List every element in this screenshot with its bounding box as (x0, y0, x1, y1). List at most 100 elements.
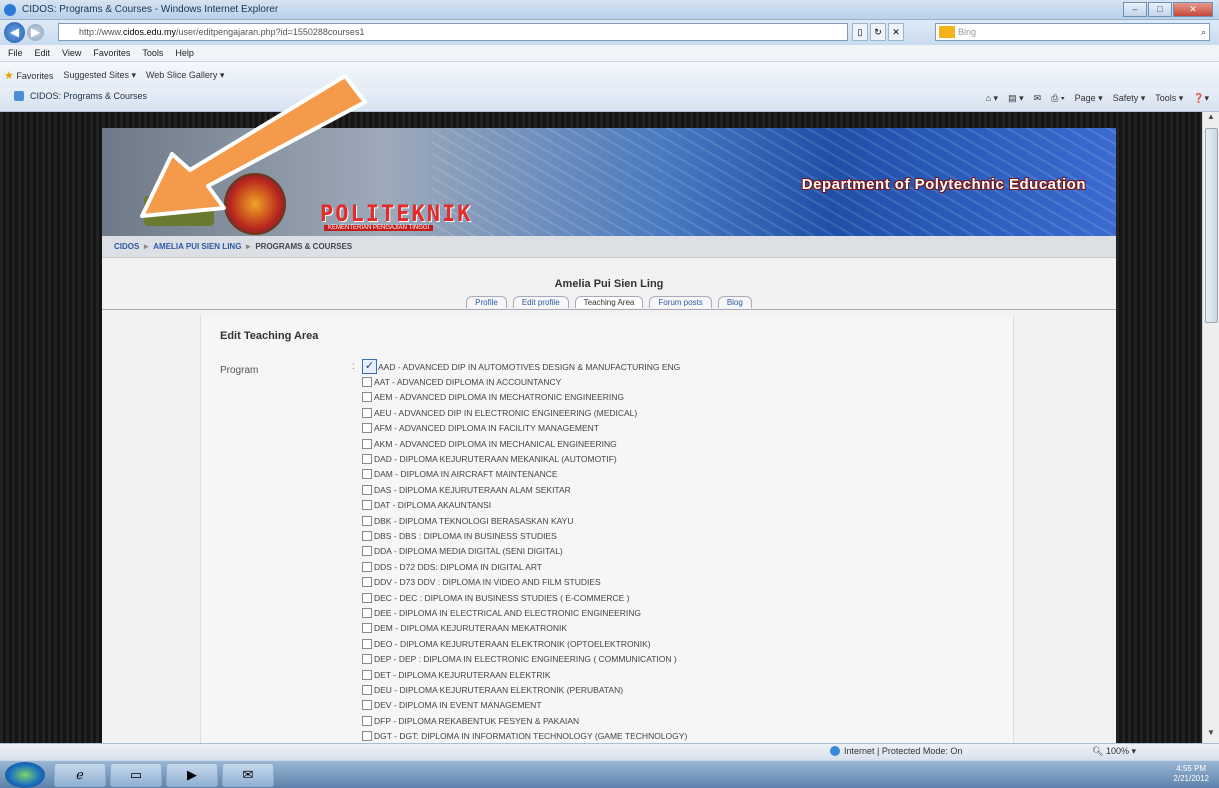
program-item[interactable]: DET - DIPLOMA KEJURUTERAAN ELEKTRIK (362, 667, 687, 682)
breadcrumb-home[interactable]: CIDOS (114, 242, 139, 251)
program-item[interactable]: DAT - DIPLOMA AKAUNTANSI (362, 498, 687, 513)
checkbox-checked[interactable]: ✓ (362, 359, 377, 375)
checkbox[interactable] (362, 607, 372, 618)
checkbox[interactable] (362, 715, 372, 726)
safety-menu[interactable]: Safety ▾ (1113, 93, 1146, 104)
url-field[interactable]: http://www.cidos.edu.my/user/editpengaja… (58, 23, 848, 41)
forward-button[interactable]: ▶ (27, 24, 44, 41)
page-menu[interactable]: Page ▾ (1075, 93, 1103, 104)
help-icon[interactable]: ❓▾ (1193, 93, 1209, 104)
checkbox[interactable] (362, 654, 372, 665)
program-item[interactable]: DBK - DIPLOMA TEKNOLOGI BERASASKAN KAYU (362, 513, 687, 528)
cidos-logo[interactable] (144, 196, 214, 226)
checkbox[interactable] (362, 500, 372, 511)
breadcrumb-user[interactable]: AMELIA PUI SIEN LING (153, 242, 241, 251)
program-item[interactable]: DDV - D73 DDV : DIPLOMA IN VIDEO AND FIL… (362, 574, 687, 589)
compat-view-icon[interactable]: ▯ (852, 23, 868, 41)
program-item[interactable]: DEM - DIPLOMA KEJURUTERAAN MEKATRONIK (362, 621, 687, 636)
program-item[interactable]: DFP - DIPLOMA REKABENTUK FESYEN & PAKAIA… (362, 713, 687, 728)
tab-profile[interactable]: Profile (466, 296, 507, 308)
program-item[interactable]: DEU - DIPLOMA KEJURUTERAAN ELEKTRONIK (P… (362, 682, 687, 697)
menu-favorites[interactable]: Favorites (93, 48, 130, 58)
clock[interactable]: 4:55 PM 2/21/2012 (1173, 764, 1209, 784)
program-item[interactable]: AEM - ADVANCED DIPLOMA IN MECHATRONIC EN… (362, 390, 687, 405)
checkbox[interactable] (362, 530, 372, 541)
checkbox[interactable] (362, 623, 372, 634)
program-item[interactable]: AAT - ADVANCED DIPLOMA IN ACCOUNTANCY (362, 374, 687, 389)
tab-edit-profile[interactable]: Edit profile (512, 296, 569, 308)
checkbox[interactable] (362, 684, 372, 695)
start-button[interactable] (5, 762, 45, 788)
program-item[interactable]: ✓ AAD - ADVANCED DIP IN AUTOMOTIVES DESIG… (362, 359, 687, 375)
checkbox[interactable] (362, 561, 372, 572)
program-item[interactable]: DDA - DIPLOMA MEDIA DIGITAL (SENI DIGITA… (362, 544, 687, 559)
stop-icon[interactable]: ✕ (888, 23, 904, 41)
home-icon[interactable]: ⌂ ▾ (986, 93, 998, 104)
checkbox[interactable] (362, 546, 372, 557)
outlook-icon[interactable]: ✉ (222, 763, 274, 787)
checkbox[interactable] (362, 592, 372, 603)
checkbox[interactable] (362, 454, 372, 465)
tools-menu[interactable]: Tools ▾ (1155, 93, 1183, 104)
mail-icon[interactable]: ✉ (1034, 93, 1042, 104)
program-item[interactable]: AEU - ADVANCED DIP IN ELECTRONIC ENGINEE… (362, 405, 687, 420)
window-controls: – □ ✕ (1123, 2, 1213, 17)
program-item[interactable]: DEO - DIPLOMA KEJURUTERAAN ELEKTRONIK (O… (362, 636, 687, 651)
minimize-button[interactable]: – (1123, 2, 1147, 17)
tab-cidos[interactable]: CIDOS: Programs & Courses (14, 91, 147, 101)
explorer-folder-icon[interactable]: ▭ (110, 763, 162, 787)
tab-blog[interactable]: Blog (717, 296, 752, 308)
checkbox[interactable] (362, 392, 372, 403)
program-item[interactable]: DEV - DIPLOMA IN EVENT MANAGEMENT (362, 698, 687, 713)
program-item[interactable]: DEP - DEP : DIPLOMA IN ELECTRONIC ENGINE… (362, 651, 687, 666)
program-item[interactable]: AKM - ADVANCED DIPLOMA IN MECHANICAL ENG… (362, 436, 687, 451)
checkbox[interactable] (362, 669, 372, 680)
checkbox[interactable] (362, 700, 372, 711)
program-item[interactable]: DEE - DIPLOMA IN ELECTRICAL AND ELECTRON… (362, 605, 687, 620)
program-item[interactable]: DDS - D72 DDS: DIPLOMA IN DIGITAL ART (362, 559, 687, 574)
scroll-down-icon[interactable]: ▼ (1203, 728, 1219, 743)
checkbox[interactable] (362, 407, 372, 418)
scroll-thumb[interactable] (1205, 128, 1218, 323)
favorites-button[interactable]: ★ Favorites (4, 69, 53, 82)
checkbox[interactable] (362, 377, 372, 388)
favorites-item-web-slice-gallery[interactable]: Web Slice Gallery ▾ (146, 70, 224, 81)
media-player-icon[interactable]: ▶ (166, 763, 218, 787)
menu-view[interactable]: View (62, 48, 81, 58)
checkbox[interactable] (362, 515, 372, 526)
menu-help[interactable]: Help (175, 48, 194, 58)
refresh-icon[interactable]: ↻ (870, 23, 886, 41)
program-item[interactable]: DAM - DIPLOMA IN AIRCRAFT MAINTENANCE (362, 467, 687, 482)
tab-forum-posts[interactable]: Forum posts (649, 296, 712, 308)
menu-file[interactable]: File (8, 48, 23, 58)
tab-teaching-area[interactable]: Teaching Area (574, 296, 644, 308)
checkbox[interactable] (362, 423, 372, 434)
program-item[interactable]: DEC - DEC : DIPLOMA IN BUSINESS STUDIES … (362, 590, 687, 605)
vertical-scrollbar[interactable]: ▲ ▼ (1202, 112, 1219, 743)
menu-tools[interactable]: Tools (142, 48, 163, 58)
checkbox[interactable] (362, 469, 372, 480)
program-item[interactable]: DGT - DGT: DIPLOMA IN INFORMATION TECHNO… (362, 728, 687, 743)
security-zone[interactable]: Internet | Protected Mode: On (830, 746, 962, 756)
checkbox[interactable] (362, 731, 372, 742)
menu-edit[interactable]: Edit (35, 48, 51, 58)
internet-explorer-icon[interactable]: ℯ (54, 763, 106, 787)
program-item[interactable]: DAD - DIPLOMA KEJURUTERAAN MEKANIKAL (AU… (362, 451, 687, 466)
favorites-item-suggested-sites[interactable]: Suggested Sites ▾ (63, 70, 136, 81)
program-item[interactable]: AFM - ADVANCED DIPLOMA IN FACILITY MANAG… (362, 421, 687, 436)
checkbox[interactable] (362, 438, 372, 449)
zoom-level[interactable]: 🔍︎ 100% ▾ (1092, 746, 1136, 757)
close-button[interactable]: ✕ (1173, 2, 1213, 17)
search-icon[interactable]: ⌕ (1201, 24, 1206, 40)
scroll-up-icon[interactable]: ▲ (1203, 112, 1219, 127)
print-icon[interactable]: ⎙ ▾ (1051, 93, 1064, 104)
search-input[interactable]: Bing ⌕ (935, 23, 1210, 41)
checkbox[interactable] (362, 577, 372, 588)
checkbox[interactable] (362, 484, 372, 495)
program-item[interactable]: DBS - DBS : DIPLOMA IN BUSINESS STUDIES (362, 528, 687, 543)
maximize-button[interactable]: □ (1148, 2, 1172, 17)
back-button[interactable]: ◀ (4, 22, 25, 43)
checkbox[interactable] (362, 638, 372, 649)
program-item[interactable]: DAS - DIPLOMA KEJURUTERAAN ALAM SEKITAR (362, 482, 687, 497)
feeds-icon[interactable]: ▤ ▾ (1008, 93, 1024, 104)
